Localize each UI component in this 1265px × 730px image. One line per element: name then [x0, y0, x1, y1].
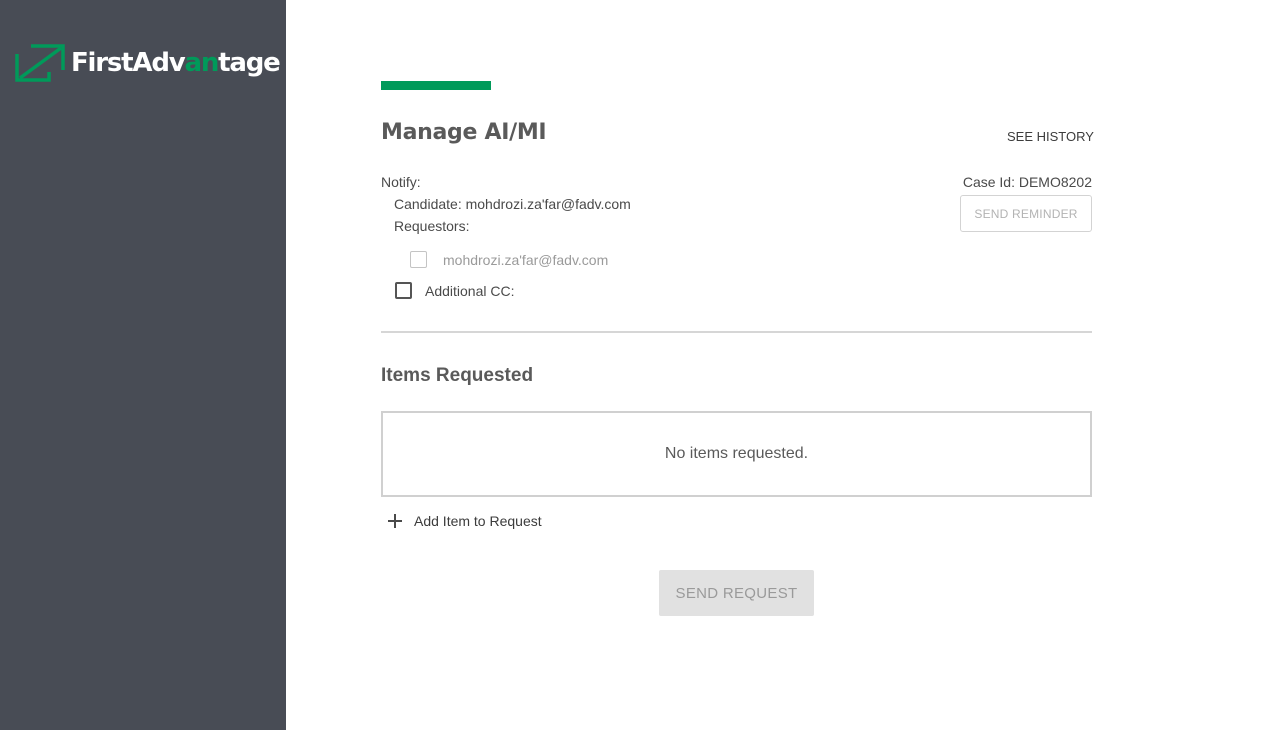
sidebar: FirstAdvantage: [0, 0, 286, 730]
section-divider: [381, 331, 1092, 333]
notify-label: Notify:: [381, 174, 421, 190]
plus-icon: [388, 514, 402, 528]
candidate-email: Candidate: mohdrozi.za'far@fadv.com: [394, 196, 631, 212]
additional-cc-checkbox[interactable]: [395, 282, 412, 299]
add-item-button[interactable]: Add Item to Request: [388, 513, 542, 529]
requestors-label: Requestors:: [394, 218, 470, 234]
add-item-label: Add Item to Request: [414, 513, 542, 529]
logo-wordmark-part1: FirstAdv: [71, 48, 186, 78]
items-empty-message: No items requested.: [664, 445, 809, 462]
items-requested-title: Items Requested: [381, 365, 534, 386]
logo-mark-icon: [15, 44, 65, 82]
requestor-row: mohdrozi.za'far@fadv.com: [410, 251, 608, 268]
see-history-link[interactable]: SEE HISTORY: [1007, 129, 1094, 144]
logo-wordmark: FirstAdvantage: [71, 48, 281, 78]
additional-cc-row[interactable]: Additional CC:: [395, 282, 515, 299]
requestor-checkbox[interactable]: [410, 251, 427, 268]
main-panel: Manage AI/MI SEE HISTORY Notify: Candida…: [286, 0, 1265, 730]
additional-cc-label: Additional CC:: [425, 282, 515, 299]
title-accent-bar: [381, 81, 491, 90]
first-advantage-logo[interactable]: FirstAdvantage: [15, 44, 281, 82]
logo-wordmark-highlight: an: [184, 48, 219, 78]
case-id: Case Id: DEMO8202: [962, 174, 1092, 190]
logo-wordmark-part3: tage: [218, 48, 281, 78]
send-reminder-button[interactable]: SEND REMINDER: [960, 195, 1092, 232]
page-title: Manage AI/MI: [381, 120, 547, 145]
requestor-email: mohdrozi.za'far@fadv.com: [443, 251, 609, 268]
send-request-button[interactable]: SEND REQUEST: [659, 570, 814, 616]
items-requested-box: No items requested.: [381, 411, 1092, 497]
